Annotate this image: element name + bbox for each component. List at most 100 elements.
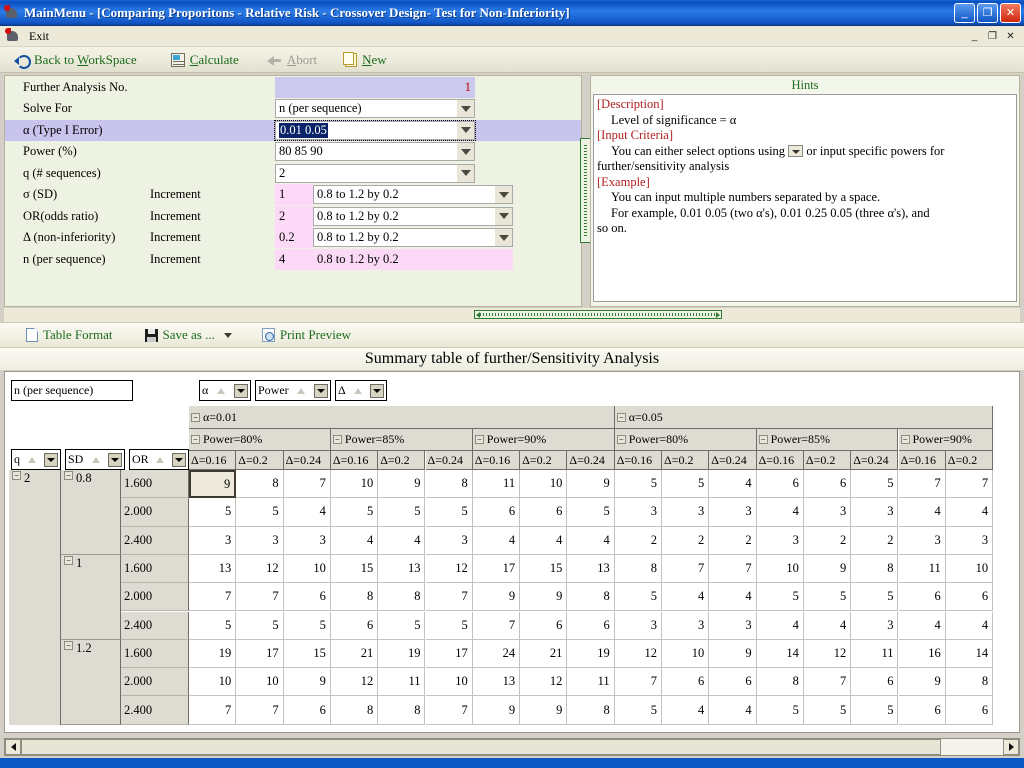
or-row-header-5[interactable]: 2.400 bbox=[121, 611, 189, 640]
data-cell-r4-c5[interactable]: 7 bbox=[425, 583, 473, 612]
data-cell-r2-c3[interactable]: 4 bbox=[330, 526, 379, 555]
q-sequences-value[interactable]: 2 bbox=[275, 163, 475, 183]
delta-column-header-14[interactable]: Δ=0.24 bbox=[851, 451, 899, 470]
expand-collapse-icon[interactable]: − bbox=[616, 412, 626, 422]
sort-triangle-icon[interactable] bbox=[28, 456, 36, 463]
data-cell-r0-c5[interactable]: 8 bbox=[425, 470, 473, 499]
data-cell-r0-c16[interactable]: 7 bbox=[945, 470, 994, 499]
data-cell-r8-c4[interactable]: 8 bbox=[378, 696, 426, 725]
data-cell-r4-c13[interactable]: 5 bbox=[803, 583, 852, 612]
sort-triangle-icon[interactable] bbox=[297, 387, 306, 394]
non-inferiority-range-combo[interactable]: 0.8 to 1.2 by 0.2 bbox=[313, 228, 513, 248]
expand-collapse-icon[interactable]: − bbox=[474, 435, 484, 444]
data-cell-r7-c16[interactable]: 8 bbox=[945, 668, 994, 697]
data-cell-r4-c4[interactable]: 8 bbox=[378, 583, 426, 612]
delta-column-header-10[interactable]: Δ=0.2 bbox=[662, 451, 710, 470]
or-row-header-8[interactable]: 2.400 bbox=[121, 696, 189, 725]
data-cell-r2-c14[interactable]: 2 bbox=[851, 526, 899, 555]
sd-row-group-1[interactable]: −1 bbox=[61, 554, 121, 640]
data-cell-r1-c4[interactable]: 5 bbox=[378, 498, 426, 527]
data-cell-r4-c11[interactable]: 4 bbox=[709, 583, 757, 612]
sd-value[interactable]: 1 bbox=[275, 184, 313, 206]
data-cell-r6-c14[interactable]: 11 bbox=[851, 639, 899, 669]
data-cell-r5-c14[interactable]: 3 bbox=[851, 611, 899, 640]
scroll-left-button[interactable] bbox=[5, 739, 21, 755]
mdi-restore-button[interactable]: ❐ bbox=[985, 29, 1000, 43]
or-row-header-6[interactable]: 1.600 bbox=[121, 639, 189, 669]
data-cell-r3-c5[interactable]: 12 bbox=[425, 554, 473, 584]
data-cell-r7-c4[interactable]: 11 bbox=[378, 668, 426, 697]
row-field-button-1[interactable]: SD bbox=[65, 449, 125, 470]
data-cell-r1-c12[interactable]: 4 bbox=[756, 498, 804, 527]
data-cell-r7-c11[interactable]: 6 bbox=[709, 668, 757, 697]
expand-collapse-icon[interactable]: − bbox=[191, 435, 200, 444]
data-cell-r6-c3[interactable]: 21 bbox=[330, 639, 379, 669]
column-field-button-0[interactable]: α bbox=[199, 380, 251, 401]
filter-dropdown-icon[interactable] bbox=[313, 383, 328, 398]
odds-ratio-range-value[interactable]: 0.8 to 1.2 by 0.2 bbox=[313, 206, 513, 226]
data-cell-r4-c7[interactable]: 9 bbox=[520, 583, 568, 612]
data-cell-r6-c13[interactable]: 12 bbox=[803, 639, 852, 669]
odds-ratio-range-combo[interactable]: 0.8 to 1.2 by 0.2 bbox=[313, 206, 513, 226]
data-cell-r6-c4[interactable]: 19 bbox=[378, 639, 426, 669]
delta-column-header-8[interactable]: Δ=0.24 bbox=[567, 451, 615, 470]
data-cell-r5-c5[interactable]: 5 bbox=[425, 611, 473, 640]
data-cell-r0-c3[interactable]: 10 bbox=[330, 470, 379, 499]
chevron-down-icon[interactable] bbox=[457, 100, 474, 118]
data-cell-r6-c11[interactable]: 9 bbox=[709, 639, 757, 669]
data-cell-r7-c13[interactable]: 7 bbox=[803, 668, 852, 697]
data-cell-r0-c6[interactable]: 11 bbox=[472, 470, 521, 499]
data-cell-r8-c6[interactable]: 9 bbox=[472, 696, 521, 725]
data-cell-r1-c10[interactable]: 3 bbox=[662, 498, 710, 527]
data-cell-r8-c14[interactable]: 5 bbox=[851, 696, 899, 725]
data-cell-r3-c14[interactable]: 8 bbox=[851, 554, 899, 584]
data-cell-r5-c10[interactable]: 3 bbox=[662, 611, 710, 640]
mdi-close-button[interactable]: ✕ bbox=[1003, 29, 1018, 43]
data-cell-r8-c7[interactable]: 9 bbox=[520, 696, 568, 725]
expand-collapse-icon[interactable]: − bbox=[12, 471, 21, 480]
data-cell-r4-c0[interactable]: 7 bbox=[189, 583, 237, 612]
sort-triangle-icon[interactable] bbox=[353, 387, 362, 394]
solve-for-value[interactable]: n (per sequence) bbox=[275, 99, 475, 119]
data-cell-r5-c2[interactable]: 5 bbox=[283, 611, 331, 640]
alpha-group-header-0[interactable]: − α=0.01 bbox=[189, 406, 615, 429]
data-cell-r0-c0[interactable]: 9 bbox=[189, 470, 237, 499]
data-cell-r1-c6[interactable]: 6 bbox=[472, 498, 521, 527]
data-cell-r3-c2[interactable]: 10 bbox=[283, 554, 331, 584]
data-cell-r6-c1[interactable]: 17 bbox=[236, 639, 284, 669]
data-cell-r8-c11[interactable]: 4 bbox=[709, 696, 757, 725]
data-cell-r1-c0[interactable]: 5 bbox=[189, 498, 237, 527]
horizontal-splitter[interactable] bbox=[4, 308, 1020, 322]
sd-range-value[interactable]: 0.8 to 1.2 by 0.2 bbox=[313, 185, 513, 205]
power-combo[interactable]: 80 85 90 bbox=[275, 142, 475, 162]
power-group-header-4[interactable]: − Power=85% bbox=[756, 429, 899, 451]
data-cell-r2-c13[interactable]: 2 bbox=[803, 526, 852, 555]
data-cell-r8-c13[interactable]: 5 bbox=[803, 696, 852, 725]
data-cell-r1-c15[interactable]: 4 bbox=[898, 498, 946, 527]
expand-collapse-icon[interactable]: − bbox=[616, 435, 626, 444]
data-cell-r5-c15[interactable]: 4 bbox=[898, 611, 946, 640]
delta-column-header-6[interactable]: Δ=0.16 bbox=[472, 451, 521, 470]
data-cell-r0-c8[interactable]: 9 bbox=[567, 470, 615, 499]
chevron-down-icon[interactable] bbox=[457, 164, 474, 182]
data-cell-r8-c9[interactable]: 5 bbox=[614, 696, 662, 725]
data-cell-r6-c10[interactable]: 10 bbox=[662, 639, 710, 669]
q-sequences-combo[interactable]: 2 bbox=[275, 163, 475, 183]
data-cell-r0-c11[interactable]: 4 bbox=[709, 470, 757, 499]
delta-column-header-5[interactable]: Δ=0.24 bbox=[425, 451, 473, 470]
expand-collapse-icon[interactable]: − bbox=[64, 471, 73, 480]
delta-column-header-1[interactable]: Δ=0.2 bbox=[236, 451, 284, 470]
data-cell-r1-c9[interactable]: 3 bbox=[614, 498, 662, 527]
power-group-header-1[interactable]: − Power=85% bbox=[330, 429, 473, 451]
data-cell-r4-c2[interactable]: 6 bbox=[283, 583, 331, 612]
or-row-header-3[interactable]: 1.600 bbox=[121, 554, 189, 584]
data-cell-r1-c1[interactable]: 5 bbox=[236, 498, 284, 527]
data-cell-r0-c7[interactable]: 10 bbox=[520, 470, 568, 499]
data-cell-r1-c13[interactable]: 3 bbox=[803, 498, 852, 527]
data-cell-r3-c13[interactable]: 9 bbox=[803, 554, 852, 584]
column-field-button-1[interactable]: Power bbox=[255, 380, 331, 401]
data-cell-r8-c8[interactable]: 8 bbox=[567, 696, 615, 725]
sd-row-group-0[interactable]: −0.8 bbox=[61, 470, 121, 555]
data-cell-r4-c12[interactable]: 5 bbox=[756, 583, 804, 612]
data-cell-r3-c11[interactable]: 7 bbox=[709, 554, 757, 584]
